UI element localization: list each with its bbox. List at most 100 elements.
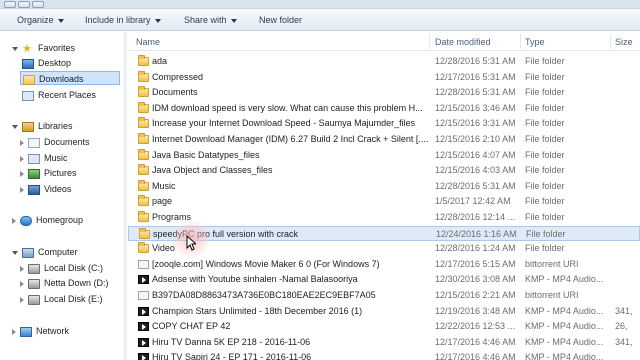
column-header-size[interactable]: Size [615,37,633,47]
pane-splitter[interactable] [124,32,127,360]
file-row[interactable]: Documents 12/28/2016 5:31 AM File folder [128,85,640,101]
file-row[interactable]: Champion Stars Unlimited - 18th December… [128,304,640,320]
new-folder-button[interactable]: New folder [259,14,302,27]
nav-music[interactable]: Music [20,151,68,165]
nav-downloads[interactable]: Downloads [20,71,120,85]
nav-libraries[interactable]: Libraries [12,119,73,133]
file-type: File folder [525,149,565,160]
file-row[interactable]: [zooqle.com] Windows Movie Maker 6 0 (Fo… [128,257,640,273]
nav-pictures-label: Pictures [44,168,77,178]
libraries-icon [22,121,34,132]
expand-icon[interactable] [20,186,24,193]
nav-network[interactable]: Network [12,324,69,338]
expand-icon[interactable] [12,124,18,129]
file-type: KMP - MP4 Audio... [525,352,604,360]
file-row[interactable]: page 1/5/2017 12:42 AM File folder [128,194,640,210]
file-list: Name Date modified Type Size ada 12/28/20… [128,32,640,360]
file-row[interactable]: Programs 12/28/2016 12:14 ... File folder [128,210,640,226]
nav-netta-down-d[interactable]: Netta Down (D:) [20,276,109,290]
back-button[interactable] [4,1,16,8]
expand-icon[interactable] [20,155,24,162]
file-date-modified: 12/30/2016 3:08 AM [435,274,516,285]
organize-button[interactable]: Organize [17,14,64,27]
nav-netta-down-d-label: Netta Down (D:) [44,278,109,288]
expand-icon[interactable] [12,46,18,51]
file-row[interactable]: Java Basic Datatypes_files 12/15/2016 4:0… [128,148,640,164]
file-type: File folder [525,243,565,254]
window-top-strip [0,0,640,9]
expand-icon[interactable] [20,280,24,287]
file-date-modified: 12/28/2016 5:31 AM [435,180,516,191]
downloads-folder-icon [23,74,35,85]
column-header-date-modified[interactable]: Date modified [435,37,491,47]
chevron-down-icon [154,18,161,23]
expand-icon[interactable] [20,170,24,177]
file-date-modified: 12/15/2016 2:21 AM [435,290,516,300]
file-type: File folder [525,71,565,82]
file-type: KMP - MP4 Audio... [525,305,604,316]
documents-icon [28,137,40,148]
file-date-modified: 12/15/2016 2:10 AM [435,134,516,144]
expand-icon[interactable] [20,265,24,272]
expand-icon[interactable] [20,139,24,146]
file-row[interactable]: ada 12/28/2016 5:31 AM File folder [128,54,640,70]
nav-local-disk-e[interactable]: Local Disk (E:) [20,292,103,306]
file-row[interactable]: Increase your Internet Download Speed - … [128,116,640,132]
file-row[interactable]: Hiru TV Sapiri 24 - EP 171 - 2016-11-06 1… [128,350,640,360]
nav-desktop-label: Desktop [38,58,72,68]
folder-icon [138,179,149,191]
column-header-name[interactable]: Name [136,37,160,47]
expand-icon[interactable] [12,250,18,255]
file-name: Internet Download Manager (IDM) 6.27 Bui… [152,134,429,144]
nav-favorites[interactable]: ★ Favorites [12,41,75,55]
media-file-icon [138,353,149,360]
share-with-button[interactable]: Share with [184,14,237,27]
media-file-icon [138,322,149,332]
file-date-modified: 12/15/2016 4:03 AM [435,165,516,176]
file-date-modified: 12/15/2016 4:07 AM [435,149,516,160]
file-row[interactable]: Hiru TV Danna 5K EP 218 - 2016-11-06 12/1… [128,335,640,351]
column-divider[interactable] [610,34,611,49]
expand-icon[interactable] [20,296,24,303]
torrent-file-icon [138,291,149,300]
file-date-modified: 12/17/2016 4:46 AM [435,336,516,347]
nav-pictures[interactable]: Pictures [20,166,77,180]
forward-button[interactable] [18,1,30,8]
column-header-type[interactable]: Type [525,37,545,47]
file-row[interactable]: Music 12/28/2016 5:31 AM File folder [128,179,640,195]
file-row[interactable]: IDM download speed is very slow. What ca… [128,101,640,117]
folder-icon [139,227,150,239]
expand-icon[interactable] [12,328,16,335]
nav-videos-label: Videos [44,184,72,194]
expand-icon[interactable] [12,217,16,224]
file-size: 26, [615,321,628,332]
column-divider[interactable] [429,34,430,49]
nav-homegroup-label: Homegroup [36,215,84,225]
nav-local-disk-e-label: Local Disk (E:) [44,294,103,304]
file-row[interactable]: Compressed 12/17/2016 5:31 AM File folder [128,70,640,86]
file-row[interactable]: Java Object and Classes_files 12/15/2016 … [128,163,640,179]
share-with-label: Share with [184,15,227,25]
file-type: File folder [525,56,565,66]
nav-desktop[interactable]: Desktop [22,56,71,70]
nav-documents[interactable]: Documents [20,135,90,149]
nav-computer[interactable]: Computer [12,245,78,259]
file-name: B397DA08D8863473A736E0BC180EAE2EC9EBF7A0… [152,290,376,300]
nav-recent-places[interactable]: Recent Places [22,88,96,102]
nav-local-disk-c[interactable]: Local Disk (C:) [20,261,103,275]
column-divider[interactable] [520,34,521,49]
nav-local-disk-c-label: Local Disk (C:) [44,263,104,273]
file-row[interactable]: Adsense with Youtube sinhalen -Namal Bal… [128,272,640,288]
file-type: File folder [525,102,565,113]
drive-icon [28,294,40,305]
recent-pages-button[interactable] [32,1,44,8]
include-in-library-button[interactable]: Include in library [85,14,161,27]
file-row[interactable]: Internet Download Manager (IDM) 6.27 Bui… [128,132,640,148]
nav-videos[interactable]: Videos [20,182,71,196]
command-bar: Organize Include in library Share with N… [0,9,640,31]
file-row[interactable]: B397DA08D8863473A736E0BC180EAE2EC9EBF7A0… [128,288,640,304]
file-row[interactable]: COPY CHAT EP 42 12/22/2016 12:53 ... KMP -… [128,319,640,335]
mouse-pointer-icon [186,235,196,251]
nav-homegroup[interactable]: Homegroup [12,213,83,227]
navigation-pane: ★ Favorites Desktop Downloads Recent Plac… [0,32,124,360]
